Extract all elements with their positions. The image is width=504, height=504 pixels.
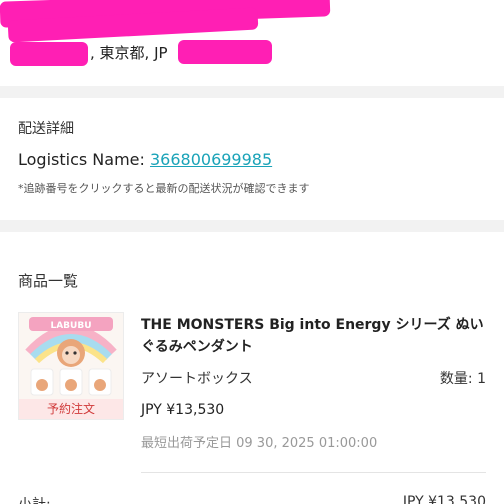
tracking-number-link[interactable]: 366800699985 bbox=[150, 150, 272, 169]
redaction-mark bbox=[178, 40, 272, 64]
address-region: , 東京都, JP bbox=[90, 44, 168, 62]
logistics-label: Logistics Name: bbox=[18, 150, 150, 169]
redaction-mark bbox=[10, 42, 88, 66]
product-variant: アソートボックス bbox=[141, 371, 253, 387]
product-name[interactable]: THE MONSTERS Big into Energy シリーズ ぬいぐるみペ… bbox=[141, 314, 491, 358]
section-title-shipping: 配送詳細 bbox=[18, 121, 74, 137]
product-image-title: LABUBU bbox=[50, 321, 91, 331]
product-image: LABUBU bbox=[19, 313, 123, 401]
section-title-items: 商品一覧 bbox=[18, 272, 79, 290]
product-price: JPY ¥13,530 bbox=[141, 402, 225, 418]
estimated-ship-date: 最短出荷予定日 09 30, 2025 01:00:00 bbox=[141, 436, 378, 451]
divider bbox=[141, 472, 486, 473]
product-quantity: 数量: 1 bbox=[439, 371, 486, 387]
subtotal-label: 小計: bbox=[18, 494, 51, 504]
preorder-badge: 予約注文 bbox=[19, 399, 123, 419]
order-items-card: 商品一覧 LABUBU 予約注文 THE MONSTERS Big into E… bbox=[0, 232, 504, 504]
shipping-details-card: 配送詳細 Logistics Name: 366800699985 *追跡番号を… bbox=[0, 98, 504, 220]
subtotal-value: JPY ¥13,530 bbox=[402, 494, 486, 504]
product-thumbnail[interactable]: LABUBU 予約注文 bbox=[18, 312, 124, 420]
logistics-row: Logistics Name: 366800699985 bbox=[18, 150, 272, 169]
tracking-note: *追跡番号をクリックすると最新の配送状況が確認できます bbox=[18, 182, 310, 195]
shipping-address-card: , 東京都, JP bbox=[0, 0, 504, 86]
